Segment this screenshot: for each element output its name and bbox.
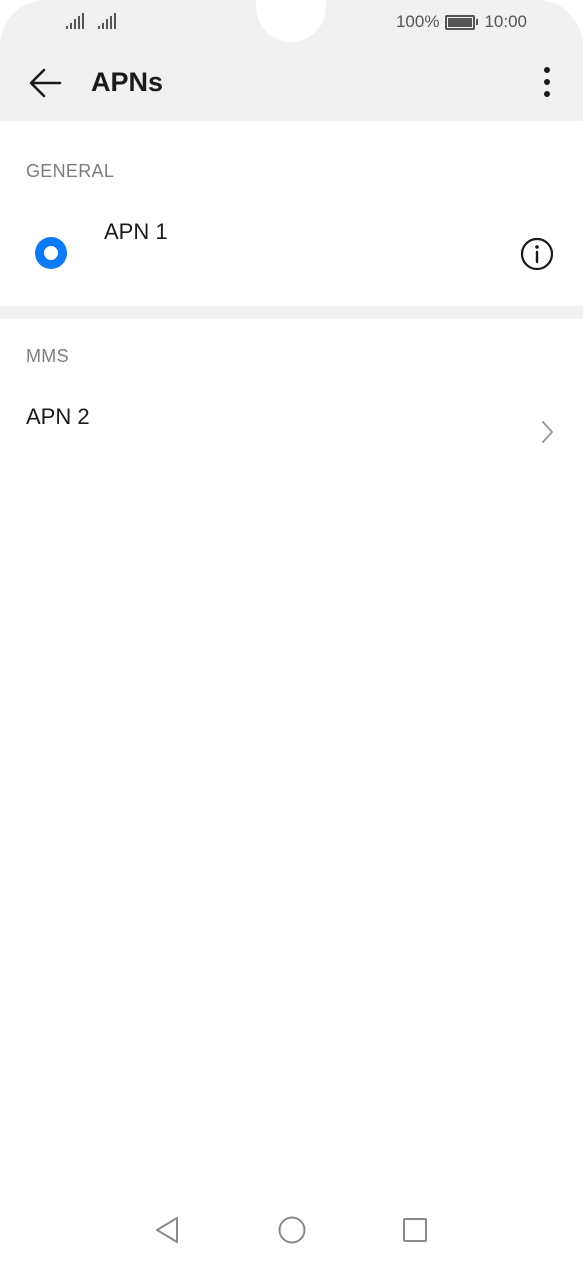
back-arrow-icon[interactable] bbox=[26, 64, 64, 102]
signal-icon bbox=[98, 13, 116, 29]
apn-label: APN 1 bbox=[104, 219, 168, 244]
system-nav-bar bbox=[0, 1195, 583, 1264]
section-divider bbox=[0, 306, 583, 319]
apn-label: APN 2 bbox=[26, 404, 90, 429]
radio-selected-icon[interactable] bbox=[35, 237, 67, 269]
apn-row-apn-2[interactable]: APN 2 bbox=[0, 385, 583, 475]
more-vert-icon[interactable] bbox=[533, 64, 561, 102]
nav-recents-icon[interactable] bbox=[401, 1215, 429, 1245]
section-header-general: GENERAL bbox=[26, 161, 115, 181]
apn-row-apn-1[interactable]: APN 1 bbox=[0, 200, 583, 306]
status-right: 100% 10:00 bbox=[396, 12, 527, 32]
camera-notch bbox=[256, 0, 326, 42]
page-title: APNs bbox=[91, 67, 164, 97]
chevron-right-icon bbox=[542, 421, 553, 443]
section-header-mms: MMS bbox=[26, 346, 69, 366]
nav-back-icon[interactable] bbox=[153, 1215, 181, 1245]
info-icon[interactable] bbox=[520, 237, 554, 271]
nav-home-icon[interactable] bbox=[277, 1215, 307, 1245]
top-bar: 100% 10:00 APNs bbox=[0, 0, 583, 121]
clock: 10:00 bbox=[484, 12, 527, 31]
battery-percent: 100% bbox=[395, 12, 440, 31]
signal-icon bbox=[66, 13, 84, 29]
battery-icon bbox=[445, 14, 479, 30]
